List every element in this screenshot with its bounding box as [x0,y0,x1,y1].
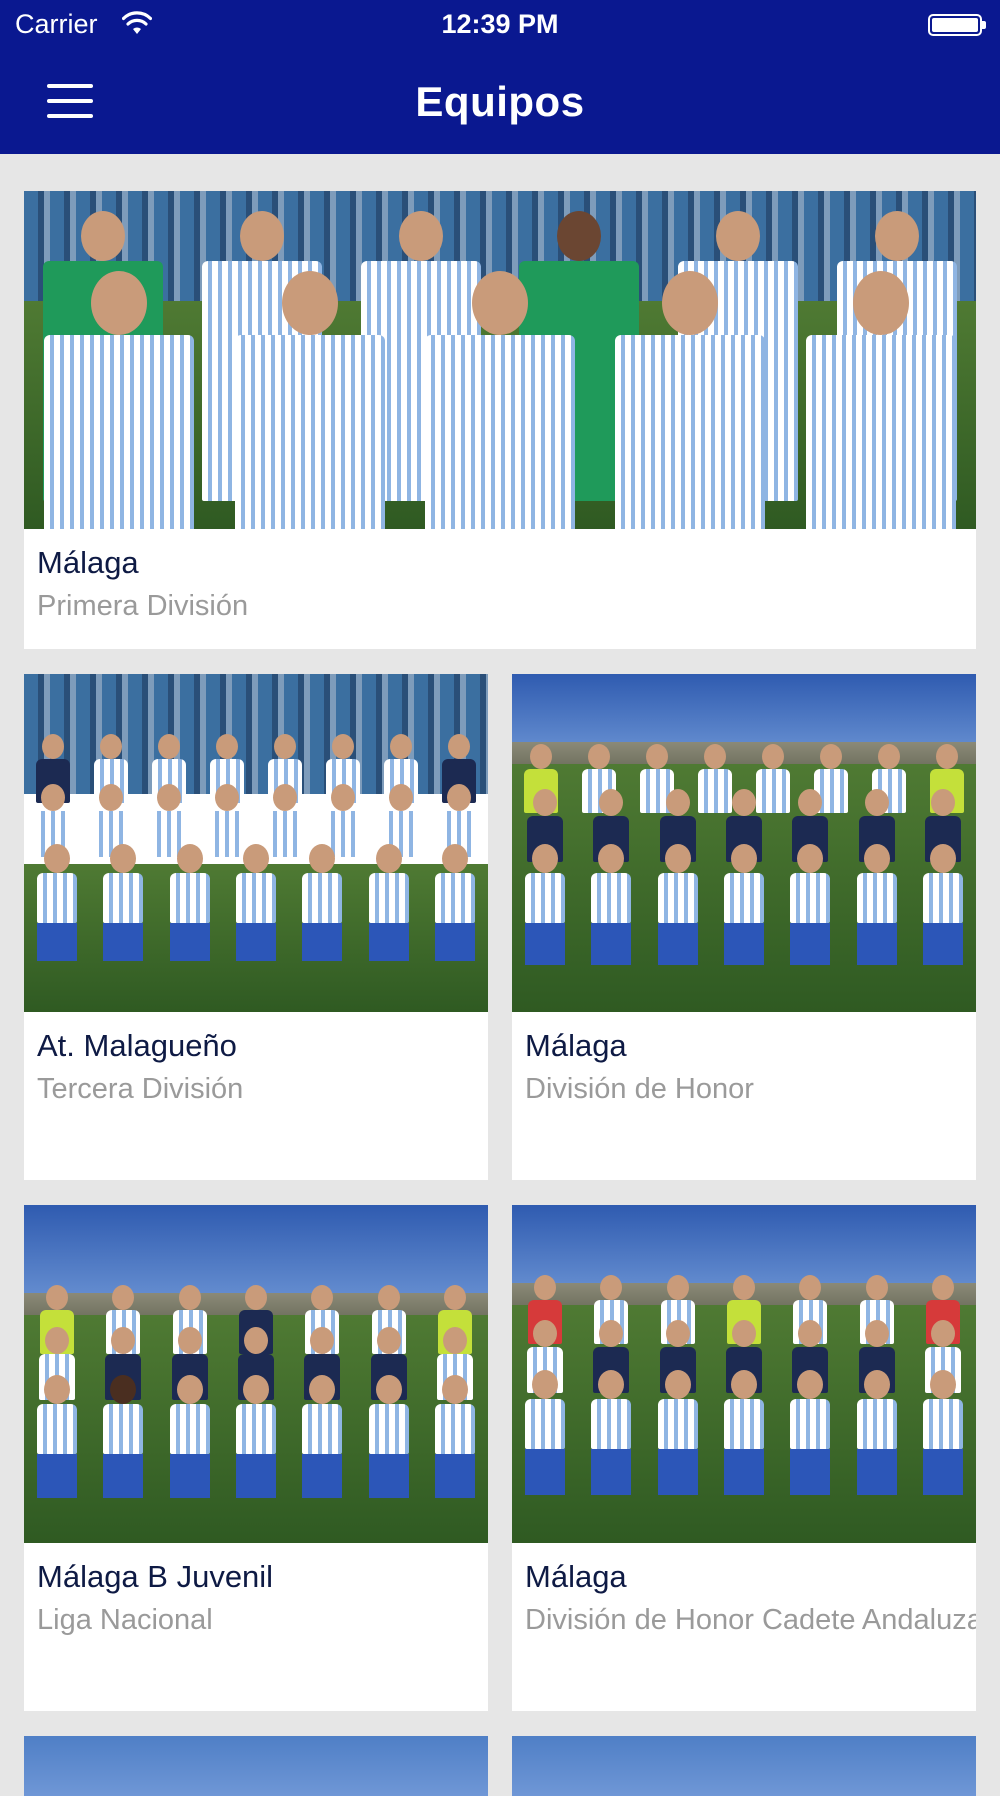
team-league: Liga Nacional [37,1604,213,1636]
team-name: Málaga [525,1559,627,1594]
team-photo [24,1205,488,1543]
navigation-bar: Carrier 12:39 PM Equipos [0,0,1000,154]
team-card[interactable]: At. Malagueño Tercera División [24,674,488,1180]
team-league: División de Honor [525,1073,754,1105]
team-league: Tercera División [37,1073,244,1105]
battery-icon [928,14,986,36]
team-photo [512,1205,976,1543]
team-photo [512,1736,976,1796]
team-photo [24,674,488,1012]
team-card[interactable]: Málaga División de Honor [512,674,976,1180]
team-name: At. Malagueño [37,1028,237,1063]
team-name: Málaga [525,1028,627,1063]
team-league: Primera División [37,590,249,622]
team-name: Málaga B Juvenil [37,1559,274,1594]
team-card[interactable] [24,1736,488,1796]
team-league: División de Honor Cadete Andaluza [525,1604,976,1636]
team-name: Málaga [37,545,139,580]
team-photo [24,1736,488,1796]
team-card[interactable]: Málaga Primera División [24,191,976,649]
team-card[interactable]: Málaga División de Honor Cadete Andaluza [512,1205,976,1711]
clock: 12:39 PM [441,9,559,39]
team-card[interactable]: Málaga B Juvenil Liga Nacional [24,1205,488,1711]
page-title: Equipos [415,78,585,125]
team-photo [24,191,976,529]
team-photo [512,674,976,1012]
team-card[interactable] [512,1736,976,1796]
status-bar: Carrier 12:39 PM [0,0,1000,50]
